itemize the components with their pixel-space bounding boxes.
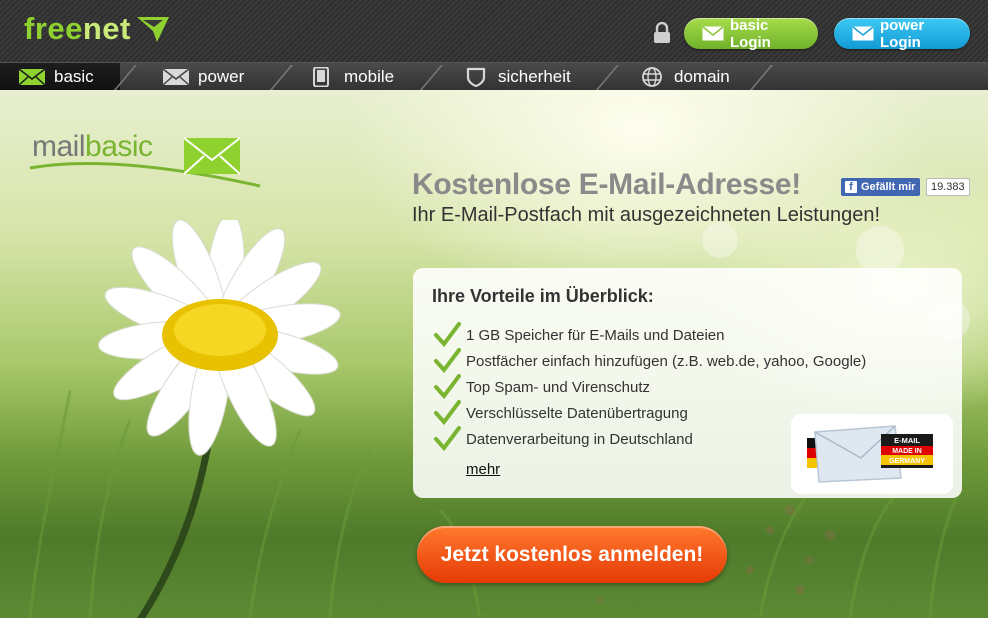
page-subheadline: Ihr E-Mail-Postfach mit ausgezeichneten …	[412, 204, 881, 226]
nav-item-domain[interactable]: domain	[638, 63, 730, 91]
facebook-like-button[interactable]: f Gefällt mir	[841, 178, 921, 196]
nav-label-domain: domain	[674, 67, 730, 86]
benefits-title: Ihre Vorteile im Überblick:	[432, 286, 654, 306]
checkmark-icon	[434, 426, 461, 452]
hero-section: mailbasic Kostenlose E-Mail-Adresse! f G…	[0, 90, 988, 618]
checkmark-icon	[434, 348, 461, 374]
envelope-icon	[162, 68, 190, 86]
phone-icon	[313, 67, 329, 87]
main-nav: basic power mobile sicherheit domain	[0, 62, 988, 91]
made-in-germany-badge: E-MAIL MADE IN GERMANY	[791, 414, 953, 494]
nav-item-basic[interactable]: basic	[0, 63, 120, 91]
checkmark-icon	[434, 322, 461, 348]
list-item: Postfächer einfach hinzufügen (z.B. web.…	[433, 348, 866, 374]
badge-line2: MADE IN	[892, 448, 922, 455]
list-item: 1 GB Speicher für E-Mails und Dateien	[433, 322, 724, 348]
page-headline: Kostenlose E-Mail-Adresse!	[412, 168, 801, 201]
list-item: Verschlüsselte Datenübertragung	[433, 400, 688, 426]
power-login-label: power Login	[880, 16, 925, 51]
shield-icon	[466, 67, 486, 87]
logo-text: freenet	[24, 11, 131, 46]
freenet-arrow-icon	[136, 17, 169, 42]
checkmark-icon	[434, 400, 461, 426]
facebook-icon: f	[845, 181, 857, 193]
globe-icon	[642, 67, 662, 87]
mailbasic-swoosh-and-envelope-icon	[29, 137, 261, 188]
freenet-logo[interactable]: freenet	[24, 12, 171, 46]
nav-divider	[749, 65, 773, 91]
daisy-flower-image	[97, 220, 341, 618]
envelope-icon	[702, 26, 724, 41]
facebook-like-label: Gefällt mir	[861, 181, 916, 193]
envelope-icon	[852, 26, 874, 41]
nav-item-sicherheit[interactable]: sicherheit	[462, 63, 571, 91]
nav-divider	[269, 65, 293, 91]
nav-divider	[419, 65, 443, 91]
signup-button[interactable]: Jetzt kostenlos anmelden!	[417, 526, 727, 583]
badge-line1: E-MAIL	[894, 436, 920, 445]
list-item: Datenverarbeitung in Deutschland	[433, 426, 693, 452]
lock-icon	[654, 22, 670, 43]
mailbasic-brand: mailbasic	[28, 130, 268, 192]
facebook-like-count: 19.383	[926, 178, 970, 196]
nav-label-sicherheit: sicherheit	[498, 67, 571, 86]
more-link[interactable]: mehr	[466, 461, 500, 478]
basic-login-label: basic Login	[730, 16, 771, 51]
nav-divider	[595, 65, 619, 91]
power-login-button[interactable]: power Login	[834, 16, 970, 51]
email-made-in-germany-badge-image: E-MAIL MADE IN GERMANY	[807, 425, 933, 483]
nav-label-mobile: mobile	[344, 67, 395, 86]
list-item: Top Spam- und Virenschutz	[433, 374, 650, 400]
nav-item-power[interactable]: power	[162, 63, 244, 91]
basic-login-button[interactable]: basic Login	[684, 16, 818, 51]
checkmark-icon	[434, 374, 461, 400]
benefits-box: Ihre Vorteile im Überblick: 1 GB Speiche…	[413, 268, 962, 498]
top-header: freenet basic Login power Login	[0, 0, 988, 62]
envelope-icon	[18, 68, 46, 86]
nav-label-power: power	[198, 67, 245, 86]
badge-line3: GERMANY	[889, 458, 925, 465]
nav-label-basic: basic	[54, 67, 94, 86]
nav-item-mobile[interactable]: mobile	[308, 63, 394, 91]
